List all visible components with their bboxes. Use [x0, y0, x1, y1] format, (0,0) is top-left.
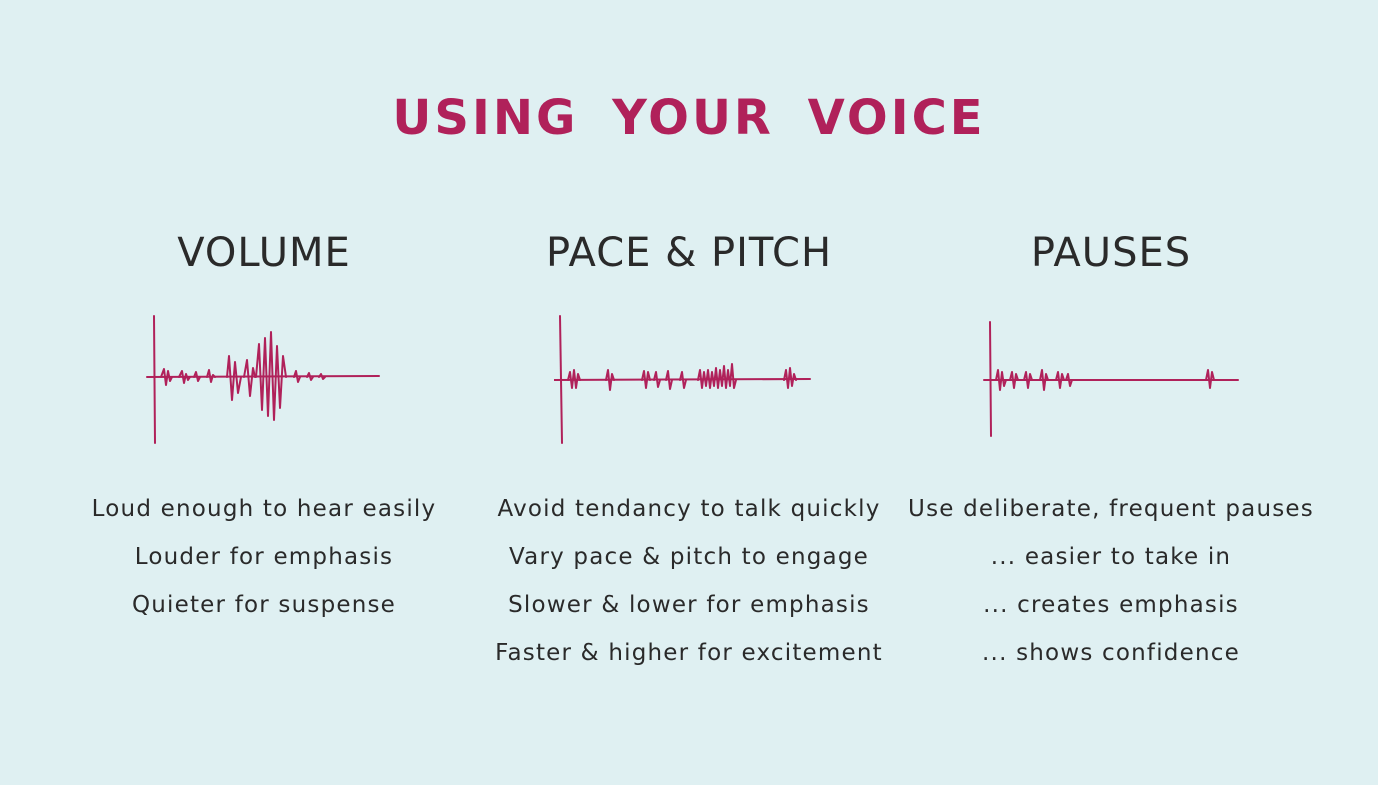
pace-pitch-text-list: Avoid tendancy to talk quickly Vary pace… — [474, 485, 904, 677]
column-heading-pace-pitch: PACE & PITCH — [545, 230, 833, 276]
volume-waveform-icon — [146, 315, 380, 444]
list-item: ... easier to take in — [990, 544, 1232, 570]
page-title: USING YOUR VOICE — [392, 90, 986, 146]
volume-column: VOLUME Loud enough to hear easily Louder… — [49, 228, 479, 618]
column-heading-pauses: PAUSES — [1030, 230, 1192, 276]
pauses-text-list: Use deliberate, frequent pauses ... easi… — [896, 485, 1326, 677]
list-item: Use deliberate, frequent pauses — [908, 496, 1314, 522]
volume-text-list: Loud enough to hear easily Louder for em… — [49, 485, 479, 629]
list-item: ... creates emphasis — [983, 592, 1239, 618]
list-item: ... shows confidence — [982, 640, 1240, 666]
list-item: Vary pace & pitch to engage — [509, 544, 869, 570]
pace-pitch-column: PACE & PITCH Avoid tendancy to talk quic… — [474, 228, 904, 666]
list-item: Louder for emphasis — [134, 544, 394, 570]
list-item: Avoid tendancy to talk quickly — [497, 496, 881, 522]
list-item: Faster & higher for excitement — [495, 640, 883, 666]
pace-pitch-waveform-icon — [554, 315, 811, 444]
list-item: Loud enough to hear easily — [91, 496, 437, 522]
column-heading-volume: VOLUME — [177, 230, 351, 276]
pauses-column: PAUSES Use deliberate, frequent pauses .… — [896, 228, 1326, 666]
slide: USING YOUR VOICE VOLUME Loud enough to h… — [0, 0, 1378, 785]
list-item: Quieter for suspense — [131, 592, 397, 618]
pauses-waveform-icon — [983, 321, 1239, 437]
list-item: Slower & lower for emphasis — [508, 592, 870, 618]
